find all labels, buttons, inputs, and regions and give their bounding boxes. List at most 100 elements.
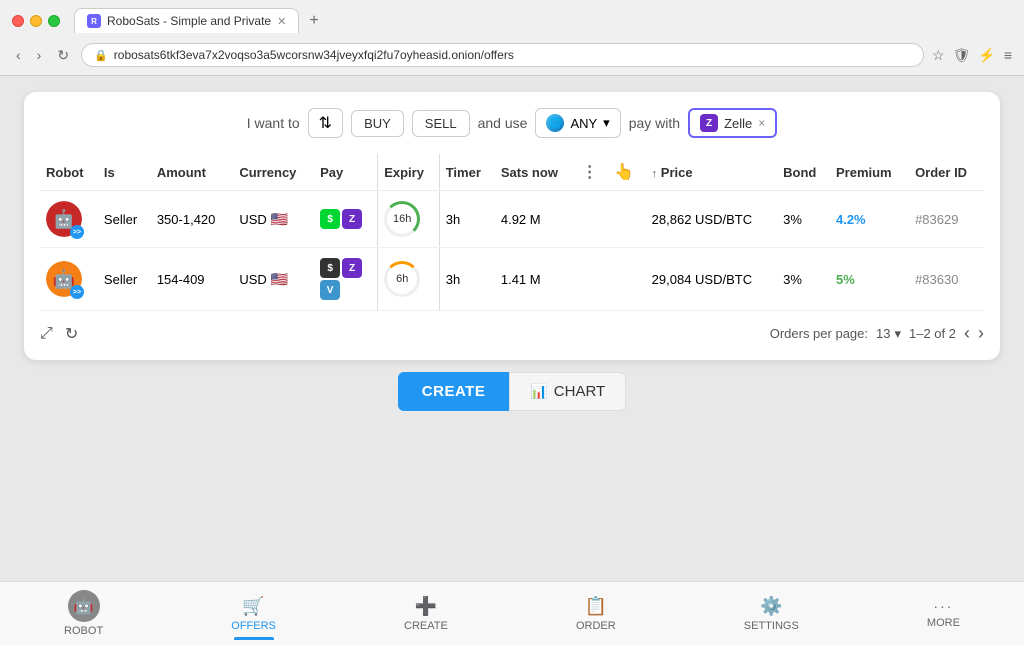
nav-item-create[interactable]: ➕ CREATE [392,596,460,632]
nav-label-create: CREATE [404,620,448,632]
cell-robot-1: 🤖 >> [40,191,98,248]
nav-label-offers: OFFERS [231,620,276,632]
cell-cursor-1 [608,191,645,248]
filter-bar: I want to ⇅ BUY SELL and use 🌐 ANY ▾ pay… [40,108,984,138]
table-row[interactable]: 🤖 >> Seller 350-1,420 USD 🇺🇸 [40,191,984,248]
offers-card: I want to ⇅ BUY SELL and use 🌐 ANY ▾ pay… [24,92,1000,360]
create-button[interactable]: CREATE [398,372,510,411]
cell-currency-1: USD 🇺🇸 [233,191,314,248]
prev-page-button[interactable]: ‹ [964,323,970,344]
and-use-label: and use [478,115,528,131]
sell-button[interactable]: SELL [412,110,470,137]
expiry-ring-2: 6h [384,261,420,297]
cell-pay-1: $ Z [314,191,377,248]
bottom-nav: 🤖 ROBOT 🛒 OFFERS ➕ CREATE 📋 ORDER ⚙️ SET… [0,581,1024,645]
maximize-window-button[interactable] [48,15,60,27]
pagination-right: Orders per page: 13 ▾ 1–2 of 2 ‹ › [770,323,984,344]
bottom-actions: CREATE 📊 CHART [24,372,1000,411]
new-tab-button[interactable]: + [303,12,324,30]
page-info: 1–2 of 2 [909,326,956,341]
col-price[interactable]: ↑ Price [646,154,777,191]
venmo-icon: V [320,280,340,300]
cell-robot-2: 🤖 >> [40,248,98,311]
tab-bar: R RoboSats - Simple and Private ✕ + [74,8,325,33]
expand-table-button[interactable]: ⤢ [40,324,53,344]
nav-item-settings[interactable]: ⚙️ SETTINGS [732,596,811,632]
address-actions: ☆ 🛡 ⚡ ≡ [932,47,1012,64]
cashapp-icon: $ [320,209,340,229]
per-page-chevron-icon: ▾ [894,326,901,342]
minimize-window-button[interactable] [30,15,42,27]
nav-label-more: MORE [927,617,960,629]
col-currency[interactable]: Currency [233,154,314,191]
col-amount[interactable]: Amount [151,154,234,191]
create-nav-icon: ➕ [415,596,437,617]
more-nav-icon: ··· [933,598,953,614]
nav-item-offers[interactable]: 🛒 OFFERS [219,596,288,632]
main-content: I want to ⇅ BUY SELL and use 🌐 ANY ▾ pay… [0,76,1024,427]
pay-with-filter[interactable]: Z Zelle × [688,108,777,138]
cell-dots-2 [576,248,609,311]
cell-dots-1 [576,191,609,248]
address-input[interactable]: 🔒 robosats6tkf3eva7x2voqso3a5wcorsnw34jv… [81,43,924,67]
tab-favicon-icon: R [87,14,101,28]
back-button[interactable]: ‹ [12,45,25,65]
trade-toggle-button[interactable]: ⇅ [308,108,343,138]
tab-close-icon[interactable]: ✕ [277,15,286,28]
browser-tab[interactable]: R RoboSats - Simple and Private ✕ [74,8,299,33]
close-window-button[interactable] [12,15,24,27]
per-page-value: 13 [876,326,890,341]
per-page-select[interactable]: 13 ▾ [876,326,901,342]
currency-value: ANY [570,116,597,131]
cell-price-2: 29,084 USD/BTC [646,248,777,311]
avatar-badge-2: >> [70,285,84,299]
next-page-button[interactable]: › [978,323,984,344]
col-timer: Timer [440,154,495,191]
cell-timer-2: 3h [440,248,495,311]
cell-cursor-2 [608,248,645,311]
pay-with-label: pay with [629,115,680,131]
expiry-ring-1: 16h [384,201,420,237]
cell-price-1: 28,862 USD/BTC [646,191,777,248]
nav-item-robot[interactable]: 🤖 ROBOT [52,590,115,637]
col-order-id: Order ID [909,154,984,191]
square-icon: $ [320,258,340,278]
cell-bond-2: 3% [777,248,830,311]
zelle-pay-icon-2: Z [342,258,362,278]
order-nav-icon: 📋 [585,596,607,617]
cell-expiry-2: 6h [378,248,439,311]
table-row[interactable]: 🤖 >> Seller 154-409 USD 🇺🇸 [40,248,984,311]
nav-label-settings: SETTINGS [744,620,799,632]
bookmark-icon[interactable]: ☆ [932,47,945,64]
pagination-row: ⤢ ↻ Orders per page: 13 ▾ 1–2 of 2 ‹ › [40,311,984,344]
cell-amount-2: 154-409 [151,248,234,311]
col-cursor: 👆 [608,154,645,191]
cell-orderid-1: #83629 [909,191,984,248]
nav-item-more[interactable]: ··· MORE [915,598,972,629]
col-bond: Bond [777,154,830,191]
lock-icon: 🔒 [94,49,108,62]
col-sats-now: Sats now [495,154,576,191]
col-dots: ⋮ [576,154,609,191]
chart-button[interactable]: 📊 CHART [509,372,626,411]
browser-chrome: R RoboSats - Simple and Private ✕ + ‹ › … [0,0,1024,76]
payment-method-close-icon[interactable]: × [758,116,765,130]
zelle-icon: Z [700,114,718,132]
cell-orderid-2: #83630 [909,248,984,311]
globe-icon: 🌐 [546,114,564,132]
chart-label: CHART [554,383,605,400]
nav-item-order[interactable]: 📋 ORDER [564,596,628,632]
extensions-icon[interactable]: ⚡ [978,47,995,64]
buy-button[interactable]: BUY [351,110,404,137]
shield-icon[interactable]: 🛡 [953,47,971,64]
col-is: Is [98,154,151,191]
refresh-table-button[interactable]: ↻ [65,324,78,344]
offers-nav-icon: 🛒 [242,596,264,617]
refresh-button[interactable]: ↻ [53,45,73,66]
currency-filter[interactable]: 🌐 ANY ▾ [535,108,620,138]
menu-icon[interactable]: ≡ [1004,47,1012,64]
url-text: robosats6tkf3eva7x2voqso3a5wcorsnw34jvey… [114,48,514,62]
forward-button[interactable]: › [33,45,46,65]
nav-label-order: ORDER [576,620,616,632]
chart-icon: 📊 [530,383,547,400]
